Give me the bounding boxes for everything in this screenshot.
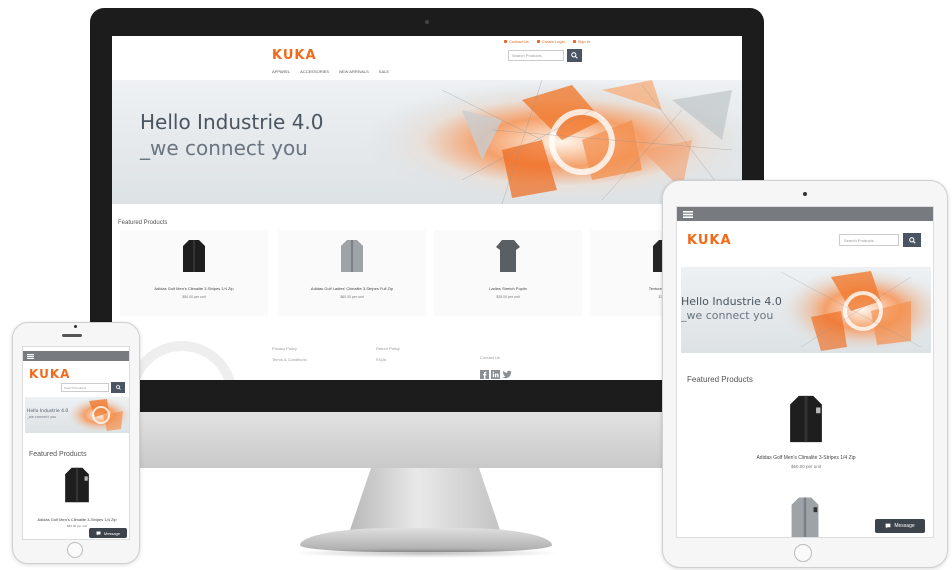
privacy-policy-link[interactable]: Privacy Policy — [272, 346, 307, 351]
nav-sale[interactable]: SALE — [379, 69, 389, 74]
hero-network-graphic — [761, 267, 931, 353]
create-login-link[interactable]: Create Login — [536, 39, 565, 44]
desktop-featured-title: Featured Products — [118, 220, 168, 226]
search-icon — [571, 52, 578, 59]
jacket-icon — [65, 467, 89, 503]
tablet-hero-banner: Hello Industrie 4.0 _we connect you — [681, 267, 931, 353]
monitor-shadow — [290, 548, 562, 558]
nav-apparel[interactable]: APPAREL — [272, 69, 290, 74]
desktop-nav: APPAREL ACCESSORIES NEW ARRIVALS SALE — [272, 69, 389, 74]
phone-search-input[interactable]: Search Products — [61, 383, 109, 392]
tablet-screen: KUKA Search Products Hello Industrie 4.0… — [676, 206, 934, 538]
phone-search-placeholder: Search Products — [64, 385, 87, 390]
phone-product-price: $50.00 per unit — [66, 524, 87, 528]
desktop-product-name[interactable]: Adidas Golf Ladies' Climalite 3-Stripes … — [311, 286, 393, 291]
desktop-screen: Contact Us Create Login Sign In KUKA Sea… — [112, 36, 742, 380]
tablet-featured-title: Featured Products — [687, 375, 753, 384]
phone-hero-line1: Hello Industrie 4.0 — [27, 409, 69, 414]
desktop-product-card[interactable]: Ladies Stretch Poplin $28.00 per unit — [434, 230, 582, 316]
tablet-logo[interactable]: KUKA — [687, 233, 732, 248]
desktop-product-card[interactable]: Adidas Golf Ladies' Climalite 3-Stripes … — [278, 230, 426, 316]
desktop-footer-col2: Return Policy FAQs — [376, 346, 400, 362]
footer-contact-title: Contact Us — [480, 355, 500, 360]
phone-message-label: Message — [103, 530, 121, 536]
menu-icon[interactable] — [27, 353, 34, 359]
hero-network-graphic — [63, 397, 129, 433]
linkedin-icon[interactable] — [491, 370, 500, 379]
phone-hero-banner: Hello Industrie 4.0 _we connect you — [25, 397, 129, 433]
tablet-search-placeholder: Search Products — [844, 237, 874, 243]
desktop-topbar: Contact Us Create Login Sign In — [504, 39, 590, 44]
contact-us-link[interactable]: Contact Us — [504, 39, 529, 44]
tablet-camera — [803, 192, 807, 196]
phone-featured-title: Featured Products — [29, 451, 87, 458]
facebook-icon[interactable] — [480, 370, 489, 379]
phone-top-bar — [23, 351, 129, 361]
twitter-icon[interactable] — [502, 370, 512, 379]
menu-icon[interactable] — [683, 210, 693, 218]
desktop-product-card[interactable]: Adidas Golf Men's Climalite 3-Stripes 1/… — [120, 230, 268, 316]
tablet-product-price: $50.00 per unit — [790, 464, 822, 469]
desktop-hero-line2: _we connect you — [140, 136, 308, 160]
desktop-logo[interactable]: KUKA — [272, 48, 317, 63]
phone-hero-line2: _we connect you — [27, 415, 57, 419]
shirt-icon — [496, 240, 520, 272]
desktop-hero-line1: Hello Industrie 4.0 — [140, 110, 324, 134]
jacket-icon — [341, 240, 363, 272]
terms-link[interactable]: Terms & Conditions — [272, 357, 307, 362]
search-icon — [908, 236, 916, 244]
tablet-hero-line1: Hello Industrie 4.0 — [681, 295, 782, 308]
tablet-hero-line2: _we connect you — [681, 309, 774, 322]
tablet-message-button[interactable]: Message — [875, 519, 925, 533]
tablet-home-button[interactable] — [794, 544, 812, 562]
phone-search-button[interactable] — [111, 382, 125, 393]
desktop-product-name[interactable]: Adidas Golf Men's Climalite 3-Stripes 1/… — [154, 286, 233, 291]
desktop-search-placeholder: Search Products — [512, 53, 542, 58]
desktop-footer-col1: Privacy Policy Terms & Conditions — [272, 346, 307, 362]
phone-camera — [74, 325, 77, 328]
tablet-message-label: Message — [894, 523, 915, 529]
desktop-product-price: $50.00 per unit — [182, 295, 206, 299]
footer-decoration — [129, 341, 235, 380]
desktop-search-button[interactable] — [567, 49, 582, 62]
search-icon — [115, 385, 121, 390]
phone-screen: KUKA Search Products Hello Industrie 4.0… — [22, 346, 130, 540]
phone-home-button[interactable] — [67, 542, 83, 558]
phone-logo[interactable]: KUKA — [29, 367, 70, 381]
sign-in-link[interactable]: Sign In — [572, 39, 590, 44]
desktop-product-price: $60.00 per unit — [340, 295, 364, 299]
return-policy-link[interactable]: Return Policy — [376, 346, 400, 351]
tablet-search-button[interactable] — [903, 233, 921, 247]
faqs-link[interactable]: FAQs — [376, 357, 400, 362]
desktop-product-price: $28.00 per unit — [496, 295, 520, 299]
message-icon — [96, 531, 101, 535]
tablet-product-card[interactable]: Adidas Golf Men's Climalite 3-Stripes 1/… — [681, 387, 931, 481]
monitor-stand — [350, 468, 500, 530]
phone-product-name[interactable]: Adidas Golf Men's Climalite 3-Stripes 1/… — [37, 517, 116, 522]
jacket-icon — [790, 395, 822, 443]
tablet-product-name[interactable]: Adidas Golf Men's Climalite 3-Stripes 1/… — [756, 455, 855, 461]
nav-new-arrivals[interactable]: NEW ARRIVALS — [339, 69, 369, 74]
desktop-product-name[interactable]: Ladies Stretch Poplin — [489, 286, 527, 291]
desktop-hero-banner: Hello Industrie 4.0 _we connect you — [112, 80, 742, 204]
desktop-search-input[interactable]: Search Products — [508, 50, 564, 61]
message-icon — [885, 523, 891, 529]
social-icons — [480, 370, 512, 379]
jacket-icon — [791, 497, 819, 537]
phone-speaker — [62, 334, 82, 337]
phone-message-button[interactable]: Message — [89, 528, 127, 538]
nav-accessories[interactable]: ACCESSORIES — [300, 69, 329, 74]
desktop-footer-col3: Contact Us — [480, 346, 512, 379]
tablet-top-bar — [677, 207, 933, 221]
monitor-camera — [425, 20, 429, 24]
tablet-search-input[interactable]: Search Products — [839, 234, 899, 246]
jacket-icon — [183, 240, 205, 272]
